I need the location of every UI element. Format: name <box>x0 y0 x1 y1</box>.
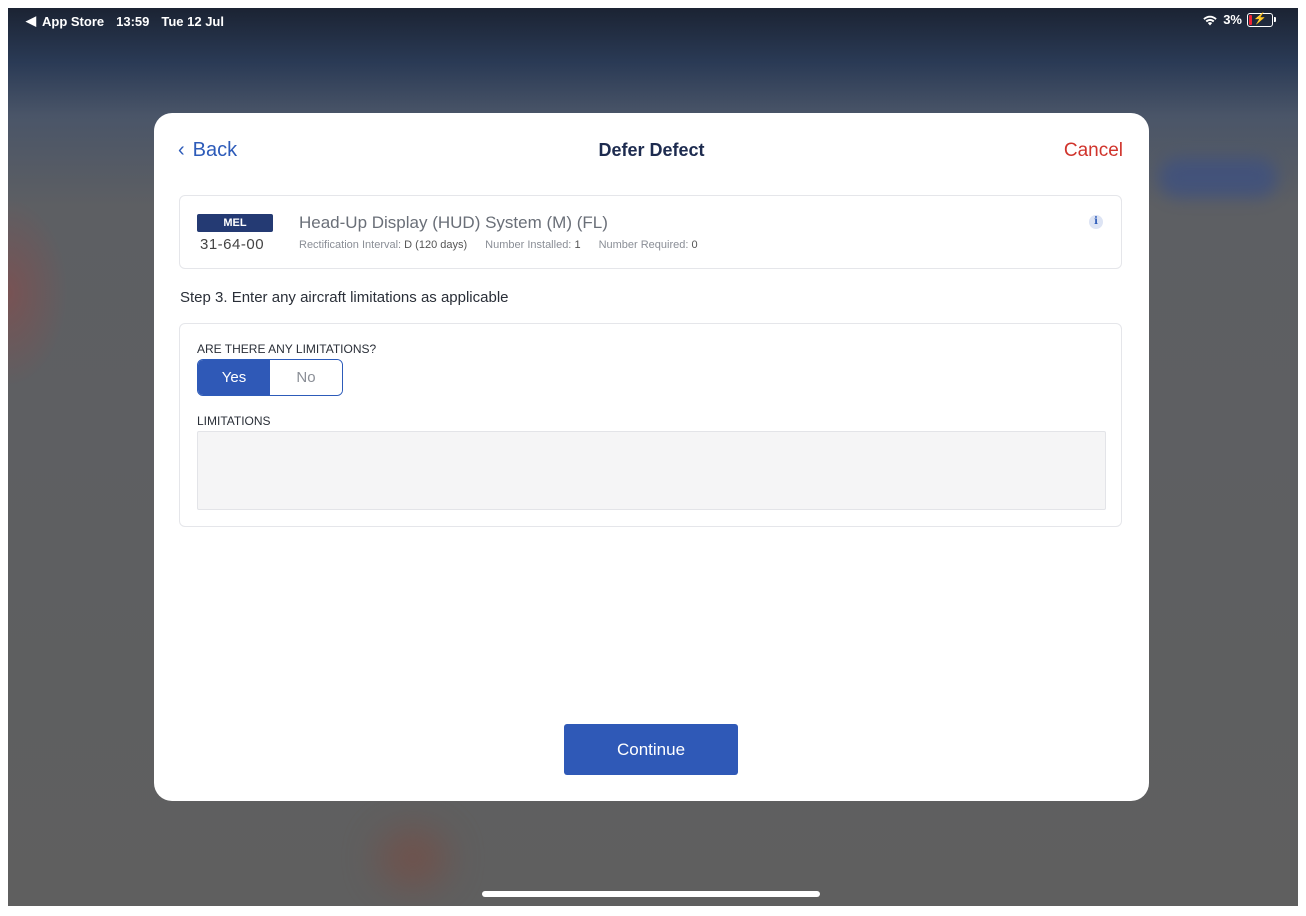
rectification-interval-label: Rectification Interval: <box>299 239 402 251</box>
step-label: Step 3. Enter any aircraft limitations a… <box>180 289 509 306</box>
mel-badge: MEL <box>197 214 273 232</box>
number-installed-value: 1 <box>574 239 581 251</box>
status-time: 13:59 <box>116 13 150 29</box>
number-required-label: Number Required: <box>598 239 689 251</box>
back-to-app-label[interactable]: App Store <box>42 14 104 29</box>
number-required-value: 0 <box>691 239 698 251</box>
limitations-card: ARE THERE ANY LIMITATIONS? Yes No LIMITA… <box>179 323 1122 527</box>
blurred-background-button <box>1158 158 1278 198</box>
number-installed: Number Installed: 1 <box>485 239 580 251</box>
cancel-button[interactable]: Cancel <box>1064 140 1123 162</box>
no-option[interactable]: No <box>270 360 342 395</box>
page-title: Defer Defect <box>598 140 705 160</box>
battery-icon: ⚡ <box>1247 12 1273 27</box>
blurred-background <box>8 198 68 388</box>
yes-option[interactable]: Yes <box>198 360 270 395</box>
limitations-field[interactable] <box>197 431 1106 510</box>
battery-percent: 3% <box>1223 12 1242 27</box>
modal-header: ‹ Back Defer Defect Cancel <box>154 113 1149 183</box>
limitations-toggle: Yes No <box>197 359 343 396</box>
rectification-interval-value: D (120 days) <box>404 239 468 251</box>
mel-item-card: MEL 31-64-00 Head-Up Display (HUD) Syste… <box>179 195 1122 269</box>
number-required: Number Required: 0 <box>599 239 698 251</box>
back-to-app-icon[interactable]: ◀ <box>26 13 36 29</box>
mel-meta: Rectification Interval: D (120 days) Num… <box>299 239 698 251</box>
rectification-interval: Rectification Interval: D (120 days) <box>299 239 467 251</box>
status-date: Tue 12 Jul <box>161 13 224 29</box>
defer-defect-modal: ‹ Back Defer Defect Cancel MEL 31-64-00 … <box>154 113 1149 801</box>
info-icon[interactable]: i <box>1089 215 1103 229</box>
limitations-field-label: LIMITATIONS <box>197 414 271 428</box>
ata-code: 31-64-00 <box>200 236 265 253</box>
continue-button[interactable]: Continue <box>564 724 738 775</box>
number-installed-label: Number Installed: <box>485 239 572 251</box>
wifi-icon <box>1203 15 1217 25</box>
blurred-background <box>378 828 448 888</box>
mel-title: Head-Up Display (HUD) System (M) (FL) <box>299 213 608 232</box>
home-indicator[interactable] <box>482 891 820 897</box>
status-bar: ◀ App Store 13:59 Tue 12 Jul 3% ⚡ <box>8 8 1298 34</box>
limitations-question: ARE THERE ANY LIMITATIONS? <box>197 342 377 356</box>
